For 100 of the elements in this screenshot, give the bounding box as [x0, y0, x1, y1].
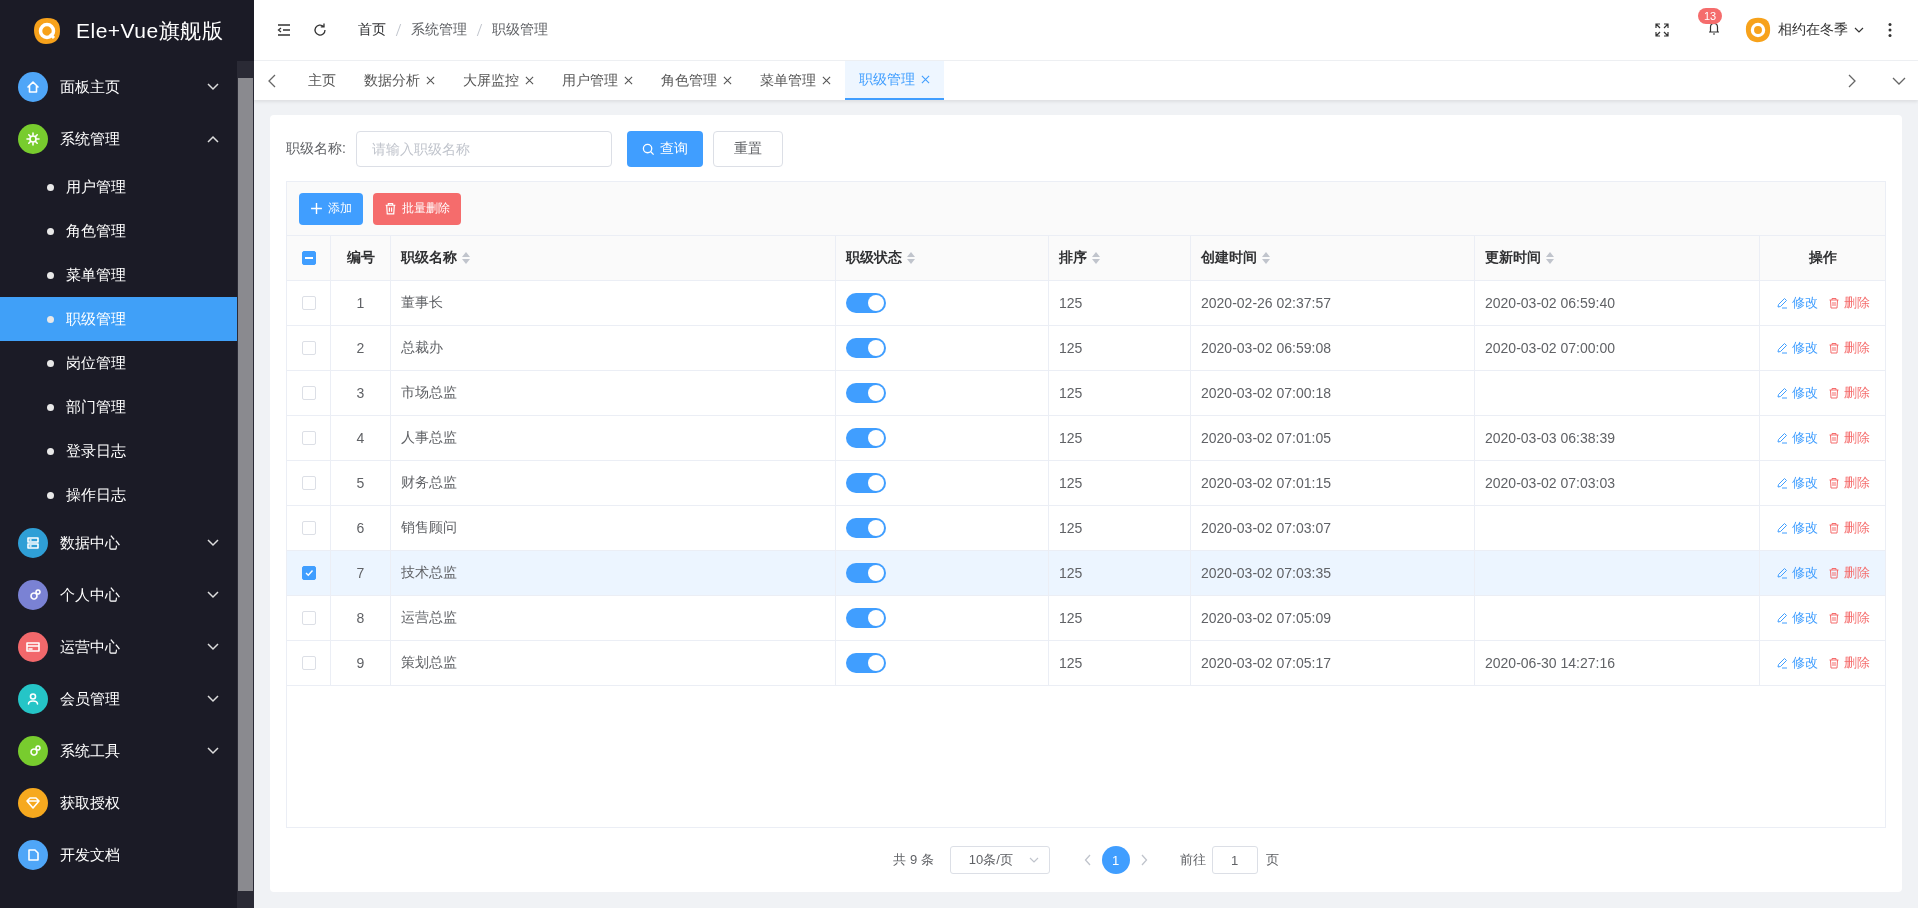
column-header[interactable]: 排序	[1059, 249, 1087, 267]
status-switch[interactable]	[846, 338, 886, 358]
close-icon[interactable]	[525, 76, 534, 85]
close-icon[interactable]	[723, 76, 732, 85]
tab[interactable]: 菜单管理	[746, 61, 845, 100]
column-header[interactable]: 职级名称	[401, 249, 457, 267]
column-header[interactable]: 更新时间	[1485, 249, 1541, 267]
trash-icon	[1827, 612, 1840, 624]
close-icon[interactable]	[624, 76, 633, 85]
table-cell: 2020-03-02 07:03:03	[1485, 475, 1615, 491]
table-cell: 9	[356, 655, 365, 671]
menu-item[interactable]: 会员管理	[0, 673, 237, 725]
menu-item[interactable]: 系统工具	[0, 725, 237, 777]
check-icon	[303, 568, 314, 578]
status-switch[interactable]	[846, 293, 886, 313]
page-input[interactable]: 1	[1211, 846, 1258, 874]
status-switch[interactable]	[846, 428, 886, 448]
select-all-checkbox[interactable]	[301, 251, 316, 265]
menu-item[interactable]: 面板主页	[0, 61, 237, 113]
fold-menu-icon[interactable]	[276, 22, 292, 38]
tab[interactable]: 用户管理	[548, 61, 647, 100]
breadcrumb-item: 职级管理	[492, 21, 548, 39]
table-row[interactable]: 9 策划总监 125 2020-03-02 07:05:17 2020-06-30 14:27:16 修改 删除	[287, 641, 1885, 686]
pencil-icon	[1775, 342, 1788, 354]
submenu-item[interactable]: 岗位管理	[0, 341, 237, 385]
notification-badge: 13	[1698, 8, 1723, 24]
table-cell: 125	[1059, 475, 1083, 491]
breadcrumb-item[interactable]: 首页	[358, 21, 386, 39]
table-cell: 3	[356, 385, 365, 401]
status-switch[interactable]	[846, 383, 886, 403]
table-row[interactable]: 7 技术总监 125 2020-03-02 07:03:35 修改 删除	[287, 551, 1885, 596]
scroll-right-icon[interactable]	[1848, 73, 1856, 88]
table-row[interactable]: 1 董事长 125 2020-02-26 02:37:57 2020-03-02 06:59:40 修改 删除	[287, 281, 1885, 326]
tab[interactable]: 大屏监控	[449, 61, 548, 100]
next-page-icon[interactable]	[1139, 854, 1148, 866]
status-switch[interactable]	[846, 473, 886, 493]
trash-icon	[1827, 432, 1840, 444]
tab[interactable]: 主页	[294, 61, 350, 100]
column-header: 操作	[1808, 249, 1837, 267]
status-switch[interactable]	[846, 653, 886, 673]
sort-icon[interactable]	[1092, 252, 1100, 264]
submenu-item[interactable]: 登录日志	[0, 429, 237, 473]
table-cell: 财务总监	[401, 474, 457, 492]
table-cell: 2020-03-02 07:00:18	[1201, 385, 1331, 401]
menu-item[interactable]: 获取授权	[0, 777, 237, 829]
table-row[interactable]: 3 市场总监 125 2020-03-02 07:00:18 修改 删除	[287, 371, 1885, 416]
tab[interactable]: 角色管理	[647, 61, 746, 100]
row-checkbox[interactable]	[301, 566, 316, 580]
trash-icon	[1827, 297, 1840, 309]
table-cell: 人事总监	[401, 429, 457, 447]
table-cell: 7	[356, 565, 365, 581]
scrollbar[interactable]	[237, 61, 254, 908]
sort-icon[interactable]	[1546, 252, 1554, 264]
close-icon[interactable]	[822, 76, 831, 85]
table-cell: 125	[1059, 655, 1083, 671]
trash-icon	[1827, 522, 1840, 534]
table-row[interactable]: 8 运营总监 125 2020-03-02 07:05:09 修改 删除	[287, 596, 1885, 641]
caret-icon	[1028, 857, 1039, 863]
menu-item[interactable]: 开发文档	[0, 829, 237, 881]
submenu-item[interactable]: 部门管理	[0, 385, 237, 429]
status-switch[interactable]	[846, 518, 886, 538]
menu-item[interactable]: 数据中心	[0, 517, 237, 569]
column-header[interactable]: 创建时间	[1201, 249, 1257, 267]
status-switch[interactable]	[846, 608, 886, 628]
table-cell: 董事长	[401, 294, 443, 312]
menu-item[interactable]: 系统管理	[0, 113, 237, 165]
tab[interactable]: 数据分析	[350, 61, 449, 100]
menu-item[interactable]: 个人中心	[0, 569, 237, 621]
submenu-item[interactable]: 角色管理	[0, 209, 237, 253]
submenu-item[interactable]: 用户管理	[0, 165, 237, 209]
plus-icon	[310, 202, 323, 215]
table-row[interactable]: 2 总裁办 125 2020-03-02 06:59:08 2020-03-02 07:00:00 修改 删除	[287, 326, 1885, 371]
sort-icon[interactable]	[1262, 252, 1270, 264]
sort-icon[interactable]	[462, 252, 470, 264]
chevron-down-icon[interactable]	[1892, 76, 1906, 85]
breadcrumb-item[interactable]: 系统管理	[411, 21, 467, 39]
table-cell: 125	[1059, 610, 1083, 626]
search-field[interactable]: 请输入职级名称	[355, 131, 612, 167]
submenu-item[interactable]: 菜单管理	[0, 253, 237, 297]
fullscreen-icon[interactable]	[1654, 22, 1670, 38]
sort-icon[interactable]	[907, 252, 915, 264]
more-icon[interactable]	[1888, 22, 1892, 38]
close-icon[interactable]	[426, 76, 435, 85]
table-row[interactable]: 4 人事总监 125 2020-03-02 07:01:05 2020-03-03 06:38:39 修改 删除	[287, 416, 1885, 461]
column-header[interactable]: 职级状态	[846, 249, 902, 267]
pencil-icon	[1775, 657, 1788, 669]
table-cell: 2020-03-02 07:05:17	[1201, 655, 1331, 671]
status-switch[interactable]	[846, 563, 886, 583]
reset-button[interactable]: 重置	[712, 131, 783, 167]
submenu-item[interactable]: 操作日志	[0, 473, 237, 517]
menu-item[interactable]: 运营中心	[0, 621, 237, 673]
prev-page-icon[interactable]	[1083, 854, 1092, 866]
pencil-icon	[1775, 612, 1788, 624]
pencil-icon	[1775, 477, 1788, 489]
user-menu[interactable]: 相约在冬季	[1744, 16, 1864, 44]
refresh-icon[interactable]	[312, 22, 328, 38]
table-row[interactable]: 5 财务总监 125 2020-03-02 07:01:15 2020-03-02 07:03:03 修改 删除	[287, 461, 1885, 506]
scroll-left-icon[interactable]	[268, 73, 276, 88]
page-size-select[interactable]: 10条/页	[949, 846, 1050, 874]
table-cell: 2020-03-02 06:59:40	[1485, 295, 1615, 311]
